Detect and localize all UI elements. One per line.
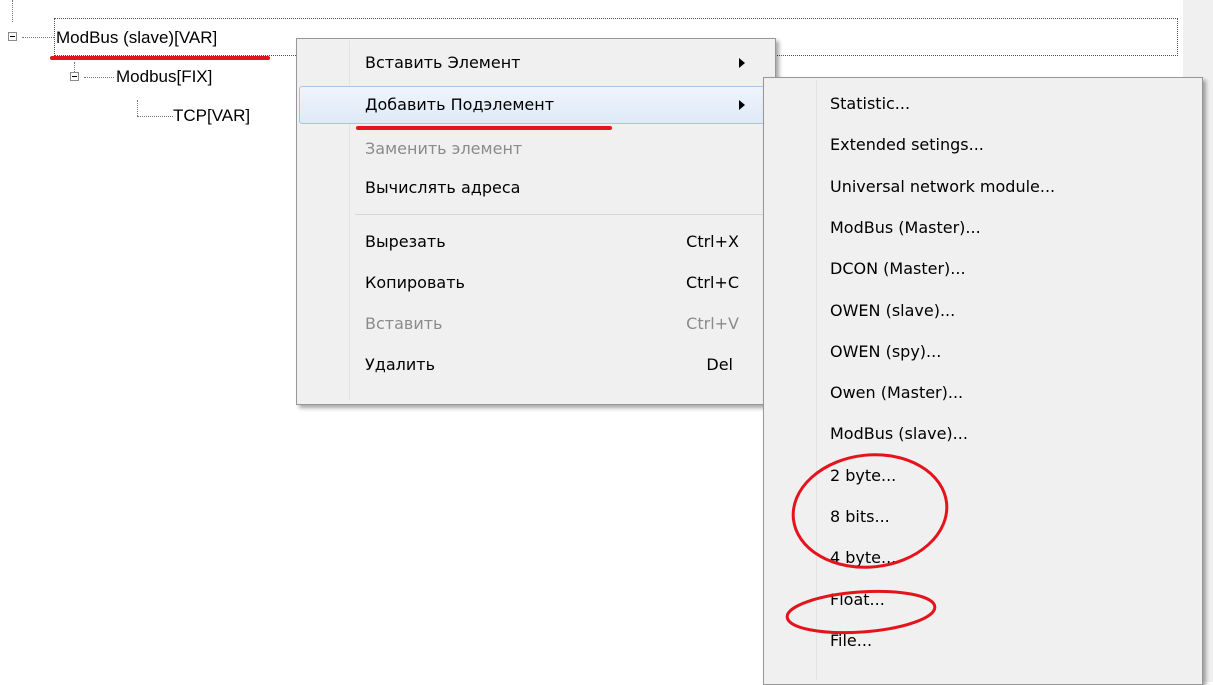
- annotation-circle-byte-bits: [791, 453, 949, 569]
- annotation-layer: [785, 453, 949, 635]
- annotation-circle-float: [785, 589, 937, 635]
